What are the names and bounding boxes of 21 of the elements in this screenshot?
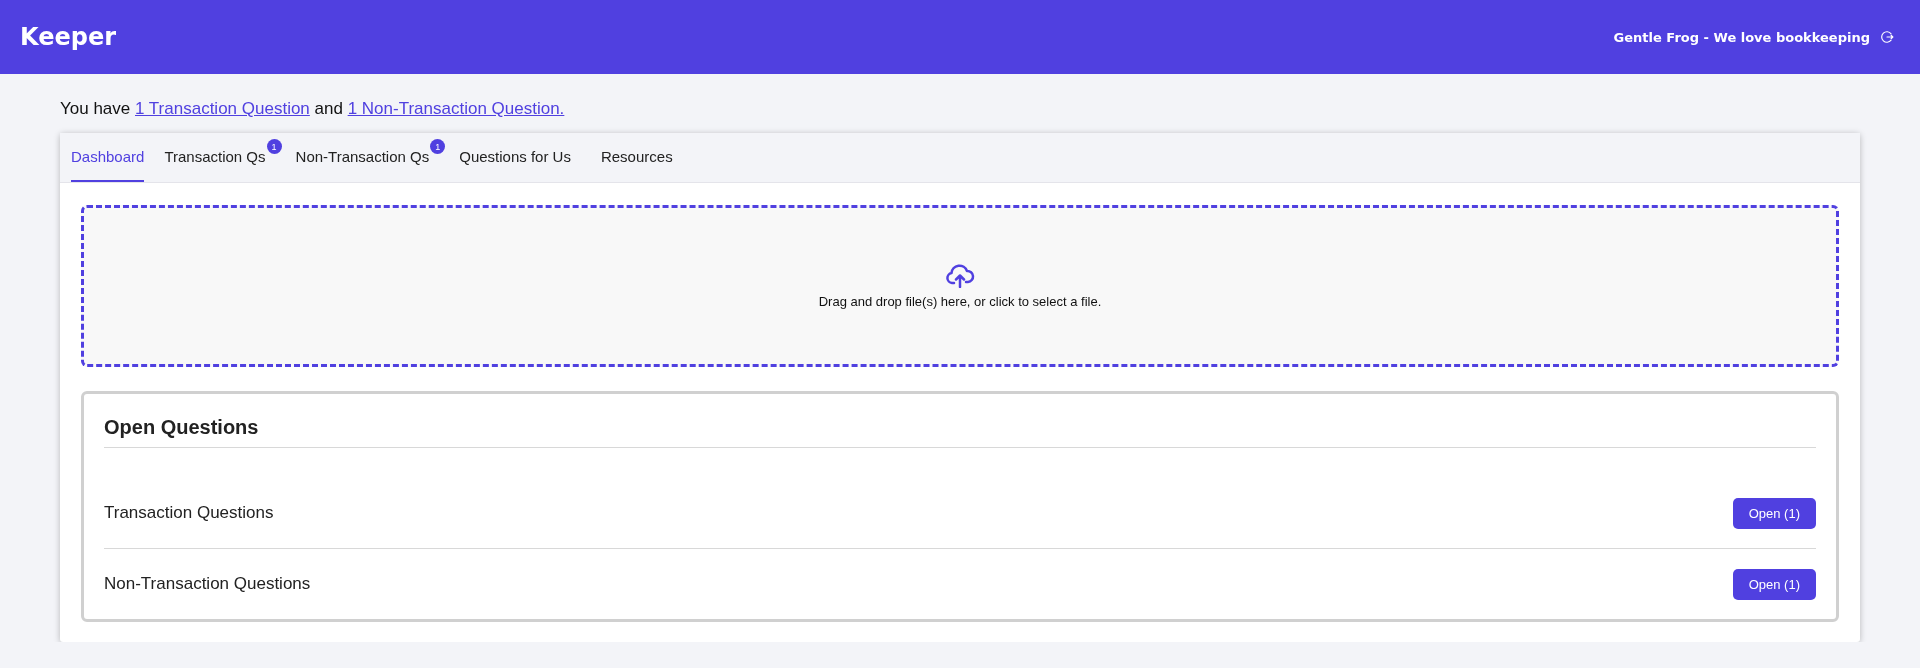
questions-notice: You have 1 Transaction Question and 1 Non-Transaction Question. [60,99,566,119]
count-badge: 1 [266,139,282,154]
tab[interactable]: Questions for Us [459,133,571,182]
file-dropzone[interactable]: Drag and drop file(s) here, or click to select a file. [81,205,1839,367]
open-button[interactable]: Open (1) [1732,568,1816,600]
cloud-upload-icon [945,263,975,288]
tab[interactable]: Transaction Qs 1 [164,133,282,182]
open-button[interactable]: Open (1) [1732,497,1816,529]
tab[interactable]: Dashboard [71,133,145,182]
question-link[interactable]: 1 Transaction Question [135,99,310,118]
question-category: Transaction Questions [104,503,274,523]
question-link[interactable]: 1 Non-Transaction Question. [347,99,565,118]
logo: Keeper [20,23,117,51]
company-name: Gentle Frog - We love bookkeeping [1613,29,1870,45]
count-badge: 1 [430,139,446,154]
question-category: Non-Transaction Questions [104,574,311,594]
dropzone-text: Drag and drop file(s) here, or click to select a file. [818,293,1102,309]
tab[interactable]: Resources [600,133,673,182]
logout-icon[interactable] [1880,30,1894,44]
panel-title: Open Questions [104,416,1816,448]
tab[interactable]: Non-Transaction Qs 1 [295,133,446,182]
